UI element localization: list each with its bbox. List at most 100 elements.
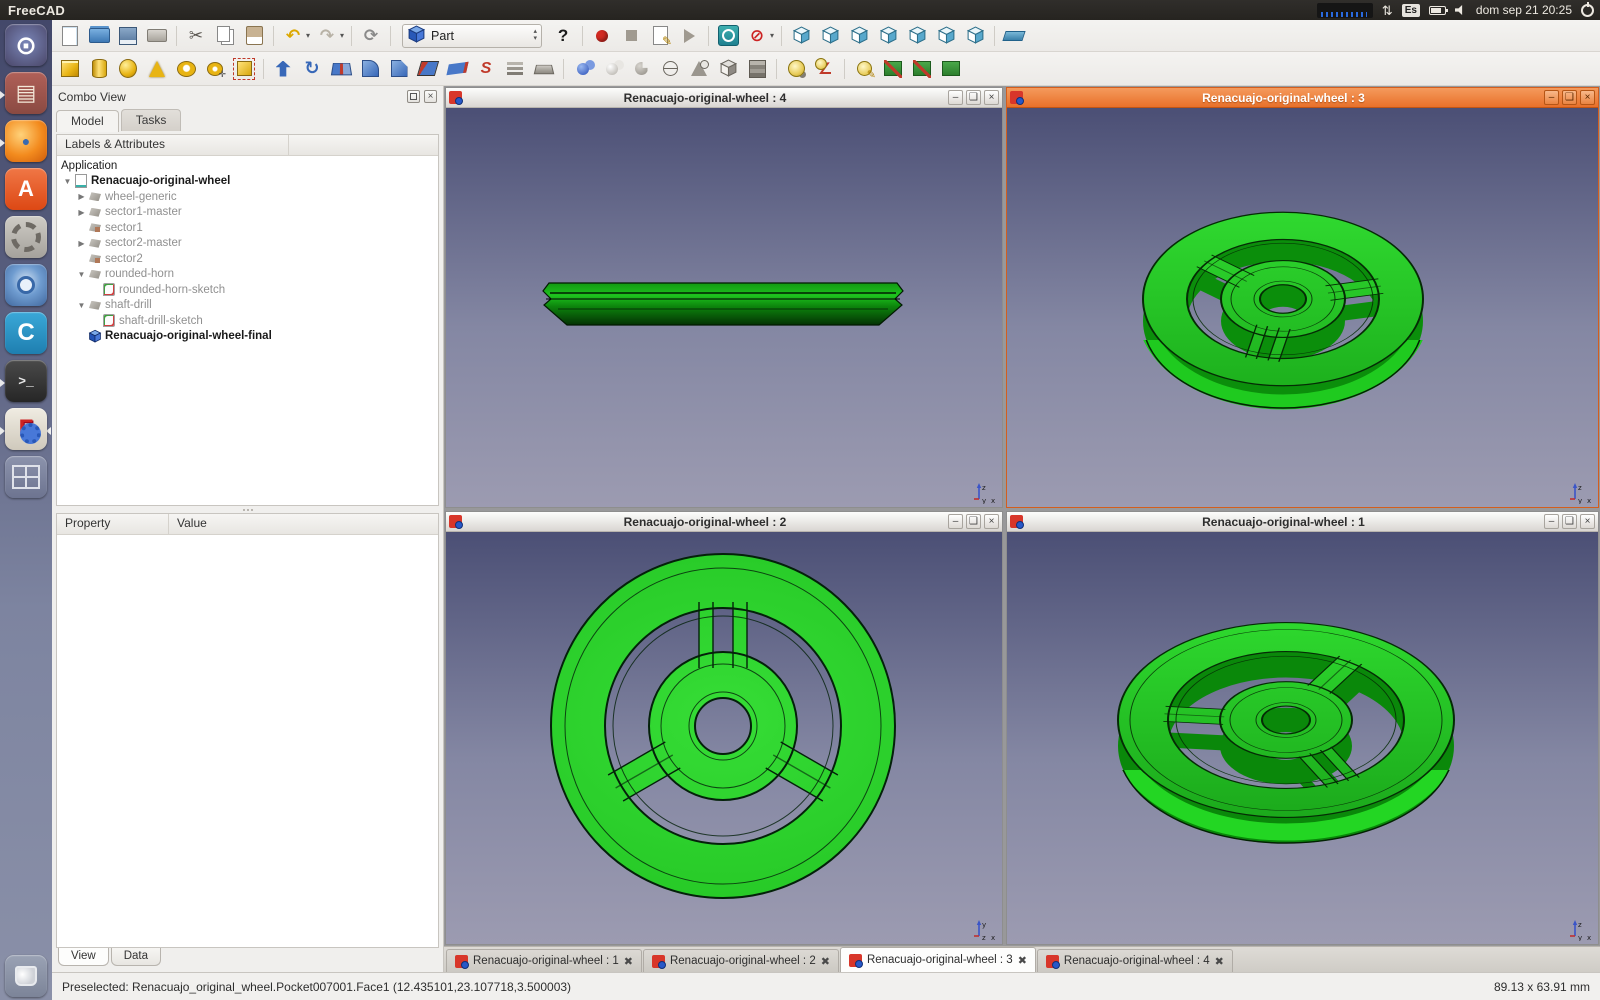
mdi-tab-4[interactable]: Renacuajo-original-wheel : 4✖ xyxy=(1037,949,1233,972)
whats-this-button[interactable]: ? xyxy=(549,22,577,50)
viewport-3d-axonometric-2[interactable]: z y x xyxy=(1007,532,1598,944)
view-right-button[interactable] xyxy=(874,22,902,50)
mdi-tab-3[interactable]: Renacuajo-original-wheel : 3✖ xyxy=(840,947,1036,972)
launcher-freecad[interactable] xyxy=(3,408,49,454)
extrude-button[interactable] xyxy=(269,55,297,83)
tree-expander-icon[interactable]: ▼ xyxy=(61,177,74,186)
tree-item-wheel-generic[interactable]: ▶wheel-generic xyxy=(57,189,438,205)
tree-root-row[interactable]: Application xyxy=(57,158,438,174)
clock[interactable]: dom sep 21 20:25 xyxy=(1476,3,1572,17)
close-button[interactable]: × xyxy=(1580,90,1595,105)
launcher-firefox[interactable] xyxy=(3,120,49,166)
minimize-button[interactable]: – xyxy=(1544,514,1559,529)
primitive-cylinder-button[interactable] xyxy=(85,55,113,83)
fit-all-button[interactable] xyxy=(714,22,742,50)
revolve-button[interactable]: ↻ xyxy=(298,55,326,83)
session-power-icon[interactable] xyxy=(1581,4,1594,17)
keyboard-layout-indicator[interactable]: Es xyxy=(1402,4,1420,17)
primitive-cone-button[interactable] xyxy=(143,55,171,83)
subwindow-3-titlebar[interactable]: Renacuajo-original-wheel : 3 – ❑ × xyxy=(1007,88,1598,108)
launcher-software-center[interactable] xyxy=(3,168,49,214)
minimize-button[interactable]: – xyxy=(948,90,963,105)
clear-measurements-button[interactable] xyxy=(937,55,965,83)
view-top-button[interactable] xyxy=(845,22,873,50)
save-document-button[interactable] xyxy=(114,22,142,50)
launcher-file-manager[interactable] xyxy=(3,72,49,118)
measure-distance-button[interactable] xyxy=(1000,22,1028,50)
launcher-workspace-switcher[interactable] xyxy=(3,456,49,502)
thickness-button[interactable] xyxy=(530,55,558,83)
tab-close-icon[interactable]: ✖ xyxy=(624,955,633,968)
view-front-button[interactable] xyxy=(816,22,844,50)
dropdown-arrow-icon[interactable]: ▾ xyxy=(770,31,774,40)
minimize-button[interactable]: – xyxy=(1544,90,1559,105)
toggle-all-measurements-button[interactable] xyxy=(879,55,907,83)
view-bottom-button[interactable] xyxy=(932,22,960,50)
viewport-3d-top[interactable]: y z x xyxy=(446,532,1002,944)
macro-stop-button[interactable] xyxy=(617,22,645,50)
workbench-selector[interactable]: Part▴▾ xyxy=(402,24,542,48)
restore-button[interactable]: ❑ xyxy=(1562,90,1577,105)
spinner-icon[interactable]: ▴▾ xyxy=(534,29,538,42)
shape-from-mesh-button[interactable] xyxy=(685,55,713,83)
tree-item-renacuajo-original-wheel[interactable]: ▼Renacuajo-original-wheel xyxy=(57,174,438,190)
restore-button[interactable]: ❑ xyxy=(966,90,981,105)
tree-expander-icon[interactable]: ▼ xyxy=(75,301,88,310)
tree-item-sector1-master[interactable]: ▶sector1-master xyxy=(57,205,438,221)
volume-icon[interactable] xyxy=(1455,5,1467,16)
tab-close-icon[interactable]: ✖ xyxy=(821,955,830,968)
macro-record-button[interactable] xyxy=(588,22,616,50)
tree-item-sector2-master[interactable]: ▶sector2-master xyxy=(57,236,438,252)
tree-item-sector2[interactable]: sector2 xyxy=(57,251,438,267)
subwindow-4-titlebar[interactable]: Renacuajo-original-wheel : 4 – ❑ × xyxy=(446,88,1002,108)
tab-tasks[interactable]: Tasks xyxy=(121,109,182,131)
tree-expander-icon[interactable]: ▶ xyxy=(75,239,88,248)
primitive-torus-button[interactable] xyxy=(172,55,200,83)
close-button[interactable]: × xyxy=(1580,514,1595,529)
tree-item-rounded-horn-sketch[interactable]: rounded-horn-sketch xyxy=(57,282,438,298)
dock-close-button[interactable]: × xyxy=(424,90,437,103)
cut-button[interactable]: ✂ xyxy=(182,22,210,50)
open-document-button[interactable] xyxy=(85,22,113,50)
draw-style-button[interactable]: ⊘▾ xyxy=(743,22,776,50)
paste-button[interactable] xyxy=(240,22,268,50)
measure-angular-button[interactable] xyxy=(811,55,839,83)
minimize-button[interactable]: – xyxy=(948,514,963,529)
tree-expander-icon[interactable]: ▶ xyxy=(75,208,88,217)
view-axonometric-button[interactable] xyxy=(787,22,815,50)
subwindow-2-titlebar[interactable]: Renacuajo-original-wheel : 2 – ❑ × xyxy=(446,512,1002,532)
launcher-dash-home[interactable] xyxy=(3,24,49,70)
launcher-trash[interactable] xyxy=(3,953,49,999)
cross-sections-button[interactable] xyxy=(656,55,684,83)
mirror-button[interactable] xyxy=(327,55,355,83)
loft-button[interactable] xyxy=(501,55,529,83)
tree-item-sector1[interactable]: sector1 xyxy=(57,220,438,236)
tree-item-shaft-drill[interactable]: ▼shaft-drill xyxy=(57,298,438,314)
tree-item-rounded-horn[interactable]: ▼rounded-horn xyxy=(57,267,438,283)
refine-shape-button[interactable] xyxy=(743,55,771,83)
property-table-body[interactable] xyxy=(57,535,438,947)
tree-item-shaft-drill-sketch[interactable]: shaft-drill-sketch xyxy=(57,313,438,329)
tree[interactable]: Application ▼Renacuajo-original-wheel▶wh… xyxy=(57,156,438,505)
viewport-3d-axonometric[interactable]: z y x xyxy=(1007,108,1598,507)
dropdown-arrow-icon[interactable]: ▾ xyxy=(306,31,310,40)
dropdown-arrow-icon[interactable]: ▾ xyxy=(340,31,344,40)
fillet-button[interactable] xyxy=(356,55,384,83)
subwindow-1-titlebar[interactable]: Renacuajo-original-wheel : 1 – ❑ × xyxy=(1007,512,1598,532)
close-button[interactable]: × xyxy=(984,514,999,529)
tree-item-renacuajo-original-wheel-final[interactable]: Renacuajo-original-wheel-final xyxy=(57,329,438,345)
boolean-union-button[interactable] xyxy=(569,55,597,83)
convert-to-solid-button[interactable] xyxy=(714,55,742,83)
launcher-chromium[interactable] xyxy=(3,264,49,310)
shape-builder-button[interactable] xyxy=(230,55,258,83)
view-left-button[interactable] xyxy=(961,22,989,50)
boolean-cut-button[interactable] xyxy=(627,55,655,83)
primitive-box-button[interactable] xyxy=(56,55,84,83)
dock-float-button[interactable] xyxy=(407,90,420,103)
view-rear-button[interactable] xyxy=(903,22,931,50)
primitive-sphere-button[interactable] xyxy=(114,55,142,83)
battery-icon[interactable] xyxy=(1429,6,1446,15)
chamfer-button[interactable] xyxy=(385,55,413,83)
measure-linear-button[interactable] xyxy=(782,55,810,83)
dock-splitter[interactable] xyxy=(52,506,443,513)
